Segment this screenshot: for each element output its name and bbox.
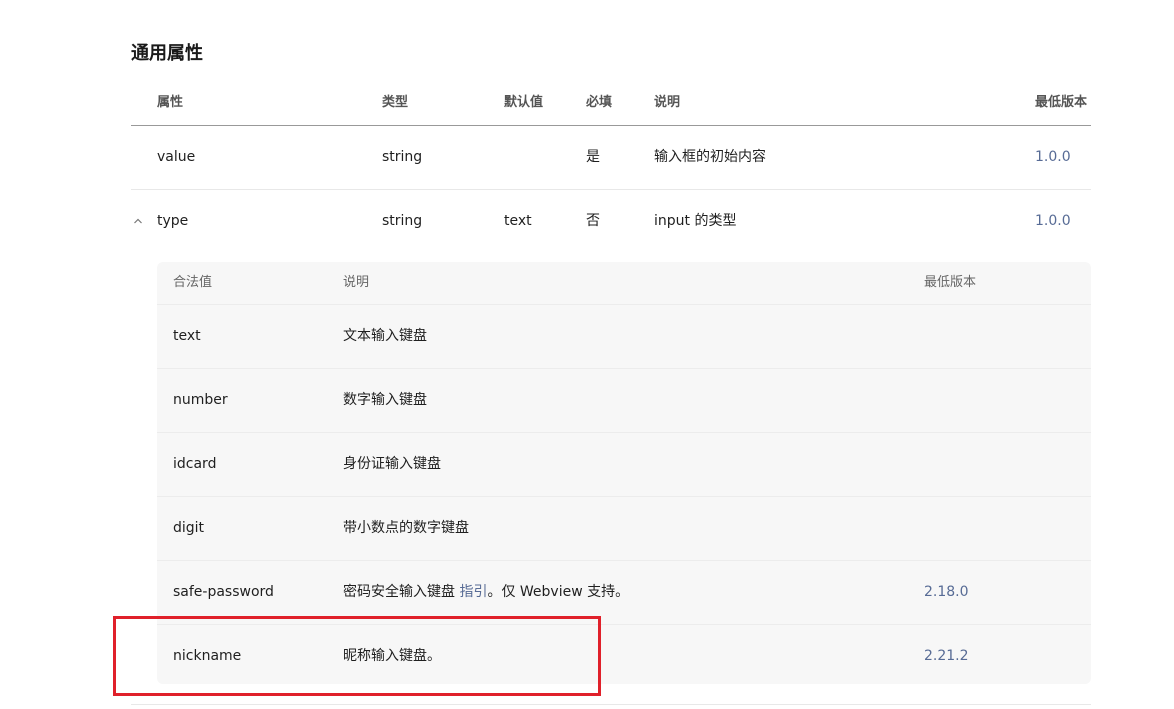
type-description: 数字输入键盘 — [343, 392, 427, 408]
type-value: text — [173, 328, 201, 344]
type-values-table: 合法值 说明 最低版本 text 文本输入键盘 number 数字输入键盘 id… — [157, 262, 1091, 684]
attr-version-link[interactable]: 1.0.0 — [1035, 190, 1071, 253]
type-value: idcard — [173, 456, 217, 472]
table-row: digit 带小数点的数字键盘 — [157, 497, 1091, 561]
header-valid-value: 合法值 — [173, 275, 213, 290]
type-description: 文本输入键盘 — [343, 328, 427, 344]
type-description: 密码安全输入键盘 指引。仅 Webview 支持。 — [343, 561, 629, 624]
header-version: 最低版本 — [924, 275, 977, 290]
type-description: 身份证输入键盘 — [343, 456, 441, 472]
attr-type: string — [382, 149, 423, 165]
table-row: nickname 昵称输入键盘。 2.21.2 — [157, 625, 1091, 684]
header-version: 最低版本 — [1035, 95, 1088, 110]
type-value: number — [173, 392, 228, 408]
subtable-header: 合法值 说明 最低版本 — [157, 262, 1091, 305]
attr-name: type — [157, 213, 189, 229]
type-value: safe-password — [173, 584, 274, 600]
header-description: 说明 — [343, 275, 370, 290]
table-row: safe-password 密码安全输入键盘 指引。仅 Webview 支持。 … — [157, 561, 1091, 625]
doc-page: 通用属性 属性 类型 默认值 必填 说明 最低版本 value string 是… — [0, 0, 1174, 709]
version-link[interactable]: 2.18.0 — [924, 561, 969, 624]
attr-description: 输入框的初始内容 — [654, 149, 766, 165]
description-text: 密码安全输入键盘 — [343, 584, 460, 600]
attr-required: 是 — [586, 149, 600, 165]
header-required: 必填 — [586, 95, 613, 110]
table-header: 属性 类型 默认值 必填 说明 最低版本 — [131, 80, 1091, 126]
header-type: 类型 — [382, 95, 409, 110]
table-row-value: value string 是 输入框的初始内容 1.0.0 — [131, 126, 1091, 190]
description-text: 。仅 Webview 支持。 — [487, 584, 630, 600]
type-value: nickname — [173, 648, 242, 664]
attributes-table: 属性 类型 默认值 必填 说明 最低版本 value string 是 输入框的… — [131, 80, 1091, 253]
table-row-type: type string text 否 input 的类型 1.0.0 — [131, 190, 1091, 253]
header-description: 说明 — [654, 95, 681, 110]
header-default: 默认值 — [504, 95, 544, 110]
table-row: number 数字输入键盘 — [157, 369, 1091, 433]
table-row: text 文本输入键盘 — [157, 305, 1091, 369]
attr-version-link[interactable]: 1.0.0 — [1035, 126, 1071, 189]
guide-link[interactable]: 指引 — [459, 584, 487, 600]
header-name: 属性 — [157, 95, 184, 110]
chevron-up-icon[interactable] — [133, 214, 143, 224]
version-link[interactable]: 2.21.2 — [924, 625, 969, 684]
attr-type: string — [382, 213, 423, 229]
attr-name: value — [157, 149, 196, 165]
type-description: 昵称输入键盘。 — [343, 648, 441, 664]
attr-default: text — [504, 213, 532, 229]
section-title: 通用属性 — [131, 43, 203, 64]
attr-description: input 的类型 — [654, 213, 737, 229]
attr-required: 否 — [586, 213, 600, 229]
type-description: 带小数点的数字键盘 — [343, 520, 469, 536]
type-value: digit — [173, 520, 205, 536]
table-row: idcard 身份证输入键盘 — [157, 433, 1091, 497]
divider — [131, 704, 1091, 705]
